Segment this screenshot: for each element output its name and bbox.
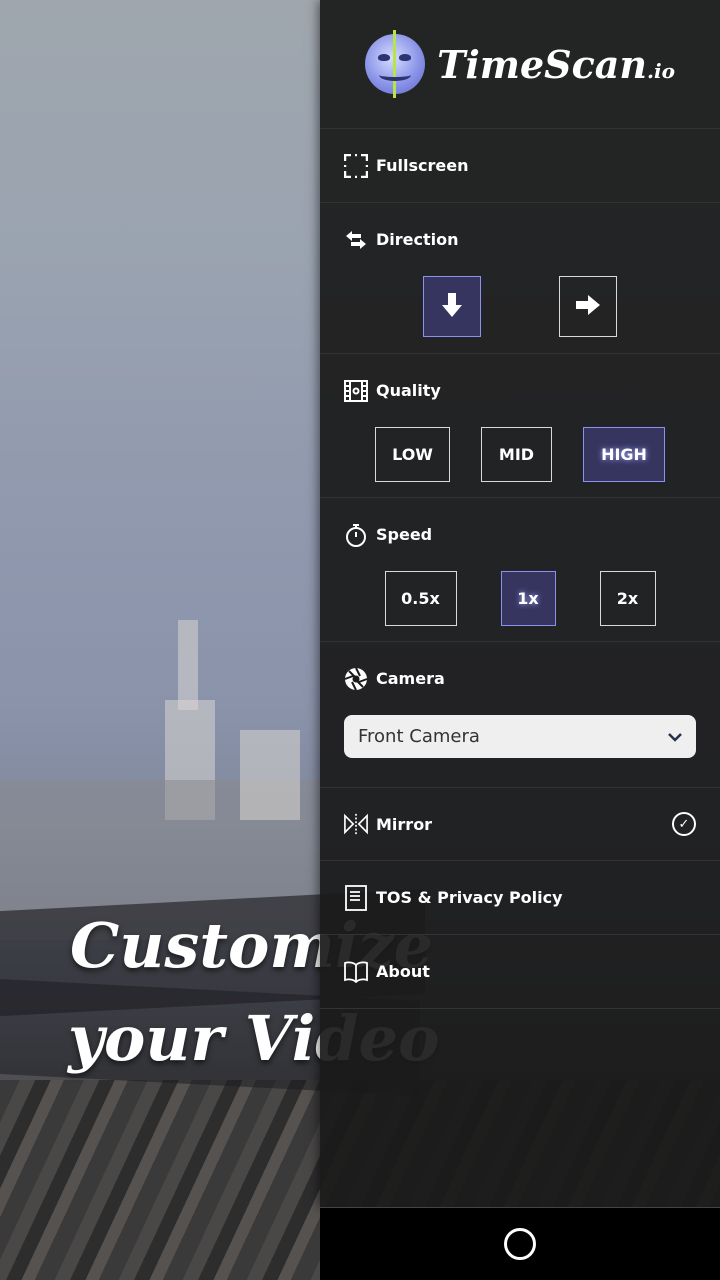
- speed-label: Speed: [376, 525, 433, 544]
- speed-1x-button[interactable]: 1x: [500, 571, 556, 626]
- app-logo-text: TimeScan.io: [437, 41, 675, 87]
- quality-label: Quality: [376, 381, 441, 400]
- mirror-label: Mirror: [376, 814, 433, 834]
- panel-footer: ✓: [320, 1207, 720, 1280]
- quality-low-button[interactable]: LOW: [375, 427, 450, 482]
- camera-select-value: Front Camera: [358, 726, 480, 747]
- mirror-item[interactable]: Mirror ✓: [320, 788, 720, 861]
- mirror-icon: [344, 812, 368, 836]
- logo-face-icon: [365, 30, 426, 98]
- chevron-down-icon: [668, 726, 682, 747]
- city-spire: [178, 620, 198, 710]
- swap-arrows-icon: [344, 228, 368, 252]
- mirror-check-icon[interactable]: ✓: [672, 812, 696, 836]
- fullscreen-icon: [344, 153, 368, 178]
- about-label: About: [376, 962, 430, 981]
- arrow-right-icon: [576, 294, 600, 320]
- about-item[interactable]: About: [320, 935, 720, 1009]
- book-icon: [344, 960, 368, 984]
- tos-item[interactable]: TOS & Privacy Policy: [320, 861, 720, 935]
- film-icon: [344, 379, 368, 403]
- camera-label: Camera: [376, 669, 445, 688]
- quality-high-button[interactable]: HIGH: [583, 427, 665, 482]
- speed-section: Speed 0.5x 1x 2x: [320, 498, 720, 642]
- quality-mid-button[interactable]: MID: [481, 427, 552, 482]
- settings-panel: TimeScan.io Fullscreen Direction Quality…: [320, 0, 720, 1207]
- confirm-check-icon[interactable]: ✓: [504, 1228, 536, 1260]
- direction-down-button[interactable]: [423, 276, 481, 337]
- speed-half-button[interactable]: 0.5x: [384, 571, 457, 626]
- document-icon: [344, 884, 368, 911]
- fullscreen-label: Fullscreen: [376, 156, 469, 175]
- direction-label: Direction: [376, 230, 459, 249]
- direction-right-button[interactable]: [559, 276, 617, 337]
- tos-label: TOS & Privacy Policy: [376, 888, 563, 907]
- fullscreen-item[interactable]: Fullscreen: [320, 129, 720, 203]
- arrow-down-icon: [441, 292, 463, 321]
- direction-section: Direction: [320, 203, 720, 354]
- camera-select[interactable]: Front Camera: [344, 715, 696, 758]
- camera-section: Camera Front Camera: [320, 642, 720, 788]
- stopwatch-icon: [344, 523, 368, 547]
- aperture-icon: [344, 667, 368, 691]
- quality-section: Quality LOW MID HIGH: [320, 354, 720, 498]
- panel-header: TimeScan.io: [320, 0, 720, 129]
- city-building: [240, 730, 300, 820]
- speed-2x-button[interactable]: 2x: [599, 571, 656, 626]
